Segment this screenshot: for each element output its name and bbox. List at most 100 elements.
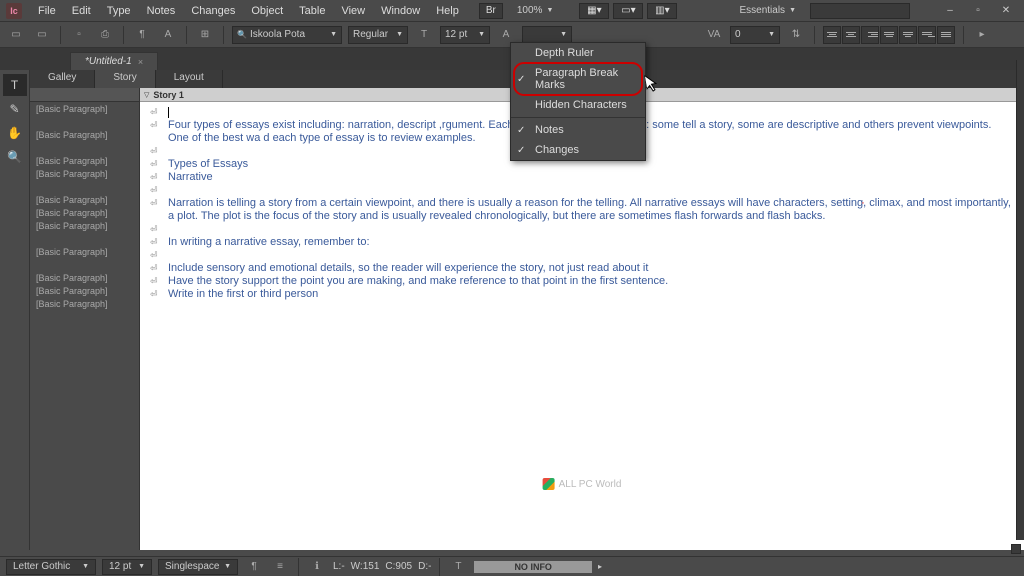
- save-icon[interactable]: ▫: [69, 26, 89, 44]
- dd-changes[interactable]: ✓Changes: [511, 140, 645, 160]
- minimize-button[interactable]: ‒: [938, 4, 962, 18]
- align-center-button[interactable]: [842, 26, 860, 44]
- style-entry[interactable]: [Basic Paragraph]: [30, 167, 139, 180]
- check-icon: ✓: [517, 145, 525, 156]
- tab-close-icon[interactable]: ×: [138, 57, 143, 67]
- style-entry[interactable]: [Basic Paragraph]: [30, 154, 139, 167]
- view-tab-galley[interactable]: Galley: [30, 70, 95, 88]
- open-icon[interactable]: ▭: [32, 26, 52, 44]
- maximize-button[interactable]: ▫: [966, 4, 990, 18]
- menu-help[interactable]: Help: [428, 0, 467, 22]
- zoom-tool[interactable]: 🔍: [3, 146, 27, 168]
- menu-changes[interactable]: Changes: [183, 0, 243, 22]
- close-button[interactable]: ✕: [994, 4, 1018, 18]
- scroll-corner: [1011, 544, 1021, 554]
- style-entry[interactable]: [30, 141, 139, 154]
- font-size-combo[interactable]: 12 pt▼: [440, 26, 490, 44]
- check-icon: ✓: [517, 125, 525, 136]
- style-entry[interactable]: [Basic Paragraph]: [30, 102, 139, 115]
- notes-icon[interactable]: ⊞: [195, 26, 215, 44]
- dd-hidden-characters[interactable]: Hidden Characters: [511, 95, 645, 115]
- style-entry[interactable]: [Basic Paragraph]: [30, 206, 139, 219]
- paragraph-align-group: [823, 26, 955, 44]
- tracking-combo[interactable]: 0▼: [730, 26, 780, 44]
- watermark: ALL PC World: [543, 478, 622, 490]
- bridge-button[interactable]: Br: [479, 3, 503, 19]
- tool-panel: T ✎ ✋ 🔍: [0, 70, 30, 550]
- menu-view[interactable]: View: [333, 0, 373, 22]
- menu-notes[interactable]: Notes: [139, 0, 184, 22]
- style-entry[interactable]: [30, 258, 139, 271]
- type-tool[interactable]: T: [3, 74, 27, 96]
- style-entry[interactable]: [Basic Paragraph]: [30, 297, 139, 310]
- search-input[interactable]: [810, 3, 910, 19]
- menu-table[interactable]: Table: [291, 0, 333, 22]
- more-options-icon[interactable]: ▸: [972, 26, 992, 44]
- status-t-icon[interactable]: T: [448, 558, 468, 576]
- align-left-button[interactable]: [823, 26, 841, 44]
- print-icon[interactable]: ⎙: [95, 26, 115, 44]
- status-spacing-combo[interactable]: Singlespace▼: [158, 559, 238, 575]
- status-bar: Letter Gothic▼ 12 pt▼ Singlespace▼ ¶ ≡ ℹ…: [0, 556, 1024, 576]
- baseline-icon[interactable]: ⇅: [786, 26, 806, 44]
- style-entry[interactable]: [Basic Paragraph]: [30, 219, 139, 232]
- font-family-combo[interactable]: 🔍Iskoola Pota▼: [232, 26, 342, 44]
- status-aa-icon[interactable]: ¶: [244, 558, 264, 576]
- style-entry[interactable]: [30, 180, 139, 193]
- justify-left-button[interactable]: [880, 26, 898, 44]
- status-size-combo[interactable]: 12 pt▼: [102, 559, 152, 575]
- menu-edit[interactable]: Edit: [64, 0, 99, 22]
- justify-center-button[interactable]: [899, 26, 917, 44]
- status-line: L:-: [333, 561, 345, 572]
- char-style-icon[interactable]: ¶: [132, 26, 152, 44]
- style-entry[interactable]: [Basic Paragraph]: [30, 284, 139, 297]
- panel-dock[interactable]: [1016, 60, 1024, 540]
- status-chars: C:905: [385, 561, 412, 572]
- justify-all-button[interactable]: [937, 26, 955, 44]
- note-tool[interactable]: ✎: [3, 98, 27, 120]
- dd-notes[interactable]: ✓Notes: [511, 120, 645, 140]
- font-style-combo[interactable]: Regular▼: [348, 26, 408, 44]
- status-words: W:151: [351, 561, 380, 572]
- document-tab[interactable]: *Untitled-1 ×: [70, 52, 158, 70]
- status-expand-icon[interactable]: ▸: [598, 562, 602, 571]
- status-info-icon[interactable]: ℹ: [307, 558, 327, 576]
- menu-bar: Ic File Edit Type Notes Changes Object T…: [0, 0, 1024, 22]
- size-icon: T: [414, 26, 434, 44]
- view-tab-layout[interactable]: Layout: [156, 70, 223, 88]
- document-tab-label: *Untitled-1: [85, 56, 132, 67]
- menu-file[interactable]: File: [30, 0, 64, 22]
- new-icon[interactable]: ▭: [6, 26, 26, 44]
- menu-window[interactable]: Window: [373, 0, 428, 22]
- status-font-combo[interactable]: Letter Gothic▼: [6, 559, 96, 575]
- view-tab-story[interactable]: Story: [95, 70, 155, 88]
- eyedropper-tool[interactable]: ✋: [3, 122, 27, 144]
- style-entry[interactable]: [Basic Paragraph]: [30, 245, 139, 258]
- style-entry[interactable]: [30, 115, 139, 128]
- watermark-icon: [543, 478, 555, 490]
- style-entry[interactable]: [30, 232, 139, 245]
- story-collapse-icon[interactable]: ▽: [144, 91, 149, 99]
- status-depth: D:-: [418, 561, 431, 572]
- style-entry[interactable]: [Basic Paragraph]: [30, 271, 139, 284]
- style-entry[interactable]: [Basic Paragraph]: [30, 128, 139, 141]
- kerning-icon: VA: [704, 26, 724, 44]
- story-title: Story 1: [153, 90, 184, 100]
- justify-right-button[interactable]: [918, 26, 936, 44]
- dd-depth-ruler[interactable]: Depth Ruler: [511, 43, 645, 63]
- app-icon: Ic: [6, 3, 22, 19]
- view-mode-a[interactable]: ▦▾: [579, 3, 609, 19]
- menu-object[interactable]: Object: [243, 0, 291, 22]
- zoom-combo[interactable]: 100%▼: [511, 5, 560, 16]
- leading-combo[interactable]: ▼: [522, 26, 572, 44]
- view-mode-b[interactable]: ▭▾: [613, 3, 643, 19]
- style-entry[interactable]: [Basic Paragraph]: [30, 193, 139, 206]
- status-ab-icon[interactable]: ≡: [270, 558, 290, 576]
- para-style-icon[interactable]: A: [158, 26, 178, 44]
- menu-type[interactable]: Type: [99, 0, 139, 22]
- dd-paragraph-break-marks[interactable]: ✓ Paragraph Break Marks: [511, 63, 645, 95]
- view-mode-c[interactable]: ▥▾: [647, 3, 677, 19]
- align-right-button[interactable]: [861, 26, 879, 44]
- check-icon: ✓: [517, 74, 525, 85]
- workspace-switcher[interactable]: Essentials▼: [729, 3, 806, 18]
